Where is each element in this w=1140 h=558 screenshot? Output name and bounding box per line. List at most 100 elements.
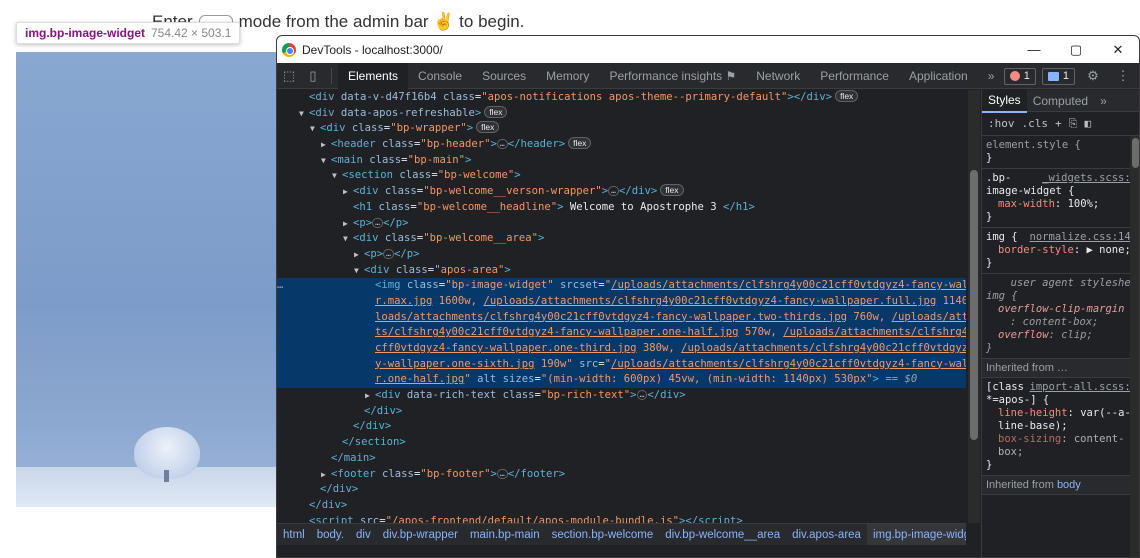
- expand-toggle-icon[interactable]: ▼: [310, 121, 320, 137]
- cls-toggle[interactable]: .cls: [1022, 117, 1049, 130]
- rule-source-link[interactable]: normalize.css:149: [1030, 231, 1137, 244]
- tab-elements[interactable]: Elements: [338, 62, 409, 89]
- breadcrumb-item[interactable]: main.bp-main: [464, 529, 546, 541]
- rule-close: }: [986, 152, 993, 164]
- expand-toggle-icon[interactable]: ▶: [343, 184, 353, 200]
- dom-tree-scrollbar[interactable]: [968, 90, 980, 523]
- minimize-button[interactable]: —: [1013, 36, 1055, 63]
- breadcrumb-item[interactable]: section.bp-welcome: [546, 529, 660, 541]
- expand-toggle-icon[interactable]: ▶: [365, 388, 375, 404]
- tab-computed[interactable]: Computed: [1027, 90, 1094, 112]
- tab-performance[interactable]: Performance: [810, 63, 899, 89]
- property-value[interactable]: ▶ none;: [1087, 244, 1131, 256]
- styles-scrollbar[interactable]: [1130, 136, 1139, 557]
- rule-source-link[interactable]: _widgets.scss:6: [1042, 172, 1137, 185]
- tab-styles[interactable]: Styles: [982, 88, 1027, 113]
- expand-toggle-icon[interactable]: ▶: [321, 137, 331, 153]
- expand-toggle-icon[interactable]: ▶: [343, 216, 353, 232]
- property-name[interactable]: box-sizing: [998, 433, 1061, 445]
- breadcrumb-item[interactable]: div.bp-wrapper: [377, 529, 464, 541]
- dom-node-line[interactable]: cff0vtdgyz4-fancy-wallpaper.one-third.jp…: [277, 341, 966, 357]
- dom-node-line[interactable]: ▶ <header class="bp-header">… </header> fle…: [277, 137, 966, 153]
- node-actions-icon[interactable]: …: [277, 278, 283, 294]
- property-name[interactable]: border-style: [998, 244, 1074, 256]
- tab-sources[interactable]: Sources: [472, 63, 536, 89]
- tab-network[interactable]: Network: [746, 63, 810, 89]
- dom-node-line[interactable]: y-wallpaper.one-sixth.jpg 190w" src="/up…: [277, 356, 966, 373]
- expand-toggle-icon[interactable]: ▶: [321, 467, 331, 483]
- paint-icon[interactable]: ⎘: [1069, 117, 1078, 131]
- dom-node-line[interactable]: ▶ <footer class="bp-footer">… </footer>: [277, 467, 966, 483]
- expand-toggle-icon[interactable]: ▼: [321, 153, 331, 169]
- scrollbar-thumb[interactable]: [970, 170, 978, 440]
- dom-node-line[interactable]: <script src="/apos-frontend/default/apos…: [277, 514, 966, 523]
- expand-toggle-icon[interactable]: ▼: [343, 231, 353, 247]
- breadcrumb-item[interactable]: div.apos-area: [786, 529, 867, 541]
- dom-node-line[interactable]: </main>: [277, 451, 966, 467]
- property-value[interactable]: 100%;: [1068, 198, 1100, 210]
- dom-node-line[interactable]: loads/attachments/clfshrg4y00c21cff0vtdg…: [277, 309, 966, 326]
- expand-toggle-icon[interactable]: ▶: [354, 247, 364, 263]
- tree-trunk: [164, 470, 169, 482]
- rule-img[interactable]: normalize.css:149 img { border-style: ▶ n…: [982, 228, 1139, 274]
- scrollbar-thumb[interactable]: [1132, 138, 1139, 168]
- dom-node-line[interactable]: ▼ <div class="bp-wrapper"> flex: [277, 121, 966, 137]
- dom-node-line[interactable]: ▶ <div data-rich-text class="bp-rich-text…: [277, 388, 966, 404]
- styles-more-tabs[interactable]: »: [1094, 90, 1113, 112]
- dom-node-line[interactable]: ▼ <div data-apos-refreshable> flex: [277, 105, 966, 122]
- dom-node-line[interactable]: ▼ <main class="bp-main">: [277, 153, 966, 169]
- rule-apos-class[interactable]: import-all.scss:9 [class *=apos-] { line-…: [982, 378, 1139, 476]
- dom-node-line[interactable]: r.one-half.jpg" alt sizes="(min-width: 6…: [277, 372, 966, 389]
- element-style-rule[interactable]: element.style { }: [982, 136, 1139, 169]
- inherited-body-link[interactable]: body: [1057, 479, 1081, 491]
- dom-node-line[interactable]: r.max.jpg 1600w, /uploads/attachments/cl…: [277, 293, 966, 310]
- message-counter[interactable]: 1: [1041, 67, 1075, 85]
- tooltip-size: 754.42 × 503.1: [151, 26, 232, 40]
- tab-performance-insights[interactable]: Performance insights ⚑: [599, 63, 746, 89]
- dom-node-line[interactable]: </section>: [277, 435, 966, 451]
- dom-node-line[interactable]: <h1 class="bp-welcome__headline"> Welcom…: [277, 200, 966, 216]
- property-name[interactable]: line-height: [998, 407, 1068, 419]
- dom-node-line[interactable]: ▶ <div class="bp-welcome__verson-wrapper"…: [277, 184, 966, 200]
- kebab-menu-icon[interactable]: ⋮: [1111, 68, 1135, 84]
- dom-node-line[interactable]: ▼ <section class="bp-welcome">: [277, 168, 966, 184]
- breadcrumb-item[interactable]: img.bp-image-widget: [866, 524, 966, 545]
- device-toolbar-icon[interactable]: ▯: [301, 68, 325, 84]
- more-tabs-button[interactable]: »: [978, 63, 1005, 89]
- expand-toggle-icon[interactable]: ▼: [299, 106, 309, 122]
- breadcrumb-item[interactable]: div: [350, 529, 377, 541]
- dom-node-line[interactable]: <div data-v-d47f16b4 class="apos-notific…: [277, 90, 966, 106]
- dom-node-line[interactable]: ▼ <div class="bp-welcome__area">: [277, 231, 966, 247]
- settings-gear-icon[interactable]: ⚙: [1081, 68, 1105, 84]
- dom-node-line[interactable]: ts/clfshrg4y00c21cff0vtdgyz4-fancy-wallp…: [277, 325, 966, 341]
- dom-node-line[interactable]: ▶ <p>… </p>: [277, 216, 966, 232]
- breadcrumb-item[interactable]: div.bp-welcome__area: [659, 529, 786, 541]
- tab-console[interactable]: Console: [408, 63, 472, 89]
- dom-node-line[interactable]: </div>: [277, 498, 966, 514]
- maximize-button[interactable]: ▢: [1055, 36, 1097, 63]
- tab-memory[interactable]: Memory: [536, 63, 599, 89]
- expand-toggle-icon[interactable]: ▼: [332, 168, 342, 184]
- new-rule-button[interactable]: +: [1055, 117, 1062, 130]
- breadcrumb-item[interactable]: html: [277, 529, 311, 541]
- wallpaper-image: [16, 52, 278, 507]
- dom-node-line[interactable]: </div>: [277, 404, 966, 420]
- error-counter[interactable]: 1: [1003, 67, 1036, 85]
- toggle-sidebar-icon[interactable]: ◧: [1084, 117, 1091, 130]
- tab-application[interactable]: Application: [899, 63, 978, 89]
- dom-node-line[interactable]: … <img class="bp-image-widget" srcset="/u…: [277, 278, 966, 294]
- dom-node-line[interactable]: </div>: [277, 482, 966, 498]
- close-button[interactable]: ✕: [1097, 36, 1139, 63]
- rule-source-link[interactable]: import-all.scss:9: [1030, 381, 1137, 394]
- property-name[interactable]: max-width: [998, 198, 1055, 210]
- elements-dom-tree[interactable]: <div data-v-d47f16b4 class="apos-notific…: [277, 90, 966, 523]
- expand-toggle-icon[interactable]: ▼: [354, 263, 364, 279]
- inspect-element-icon[interactable]: ⬚: [277, 68, 301, 84]
- rule-bp-image-widget[interactable]: _widgets.scss:6 .bp-image-widget { max-wi…: [982, 169, 1139, 228]
- dom-node-line[interactable]: </div>: [277, 419, 966, 435]
- breadcrumb-item[interactable]: body.: [311, 529, 350, 541]
- dom-node-line[interactable]: ▶ <p>… </p>: [277, 247, 966, 263]
- title-bar: DevTools - localhost:3000/ — ▢ ✕: [277, 36, 1139, 63]
- hov-toggle[interactable]: :hov: [988, 117, 1015, 130]
- dom-node-line[interactable]: ▼ <div class="apos-area">: [277, 263, 966, 279]
